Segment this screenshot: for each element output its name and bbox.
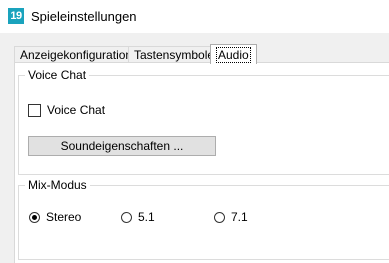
mix-mode-group-title: Mix-Modus	[25, 178, 90, 192]
settings-window: 19 Spieleinstellungen Anzeigekonfigurati…	[0, 0, 389, 263]
mix-mode-group: Mix-Modus Stereo 5.1 7.1	[18, 178, 389, 260]
checkbox-icon[interactable]	[28, 103, 41, 117]
radio-7-1[interactable]: 7.1	[214, 210, 248, 224]
radio-stereo[interactable]: Stereo	[29, 210, 81, 224]
audio-panel: Voice Chat Voice Chat Soundeigenschaften…	[14, 62, 389, 263]
voice-chat-checkbox[interactable]: Voice Chat	[28, 103, 105, 117]
radio-stereo-label: Stereo	[46, 210, 82, 224]
voice-chat-group: Voice Chat Voice Chat Soundeigenschaften…	[18, 68, 389, 175]
radio-checked-icon[interactable]	[29, 211, 40, 223]
tab-tastensymbole[interactable]: Tastensymbole	[128, 46, 221, 63]
radio-5-1[interactable]: 5.1	[121, 210, 155, 224]
radio-7-1-label: 7.1	[231, 210, 248, 224]
tab-label: Anzeigekonfiguration	[20, 48, 133, 62]
voice-chat-group-title: Voice Chat	[25, 68, 90, 82]
tab-label: Tastensymbole	[134, 48, 215, 62]
radio-unchecked-icon[interactable]	[214, 211, 225, 223]
radio-unchecked-icon[interactable]	[121, 211, 132, 223]
tab-audio[interactable]: Audio	[210, 44, 257, 64]
tab-label: Audio	[216, 47, 251, 63]
title-bar: 19 Spieleinstellungen	[0, 0, 389, 33]
sound-properties-button[interactable]: Soundeigenschaften ...	[28, 136, 216, 156]
voice-chat-checkbox-label: Voice Chat	[47, 103, 106, 117]
radio-5-1-label: 5.1	[138, 210, 155, 224]
window-title: Spieleinstellungen	[31, 9, 137, 24]
tab-anzeigekonfiguration[interactable]: Anzeigekonfiguration	[14, 46, 139, 63]
app-logo-icon: 19	[8, 8, 24, 24]
